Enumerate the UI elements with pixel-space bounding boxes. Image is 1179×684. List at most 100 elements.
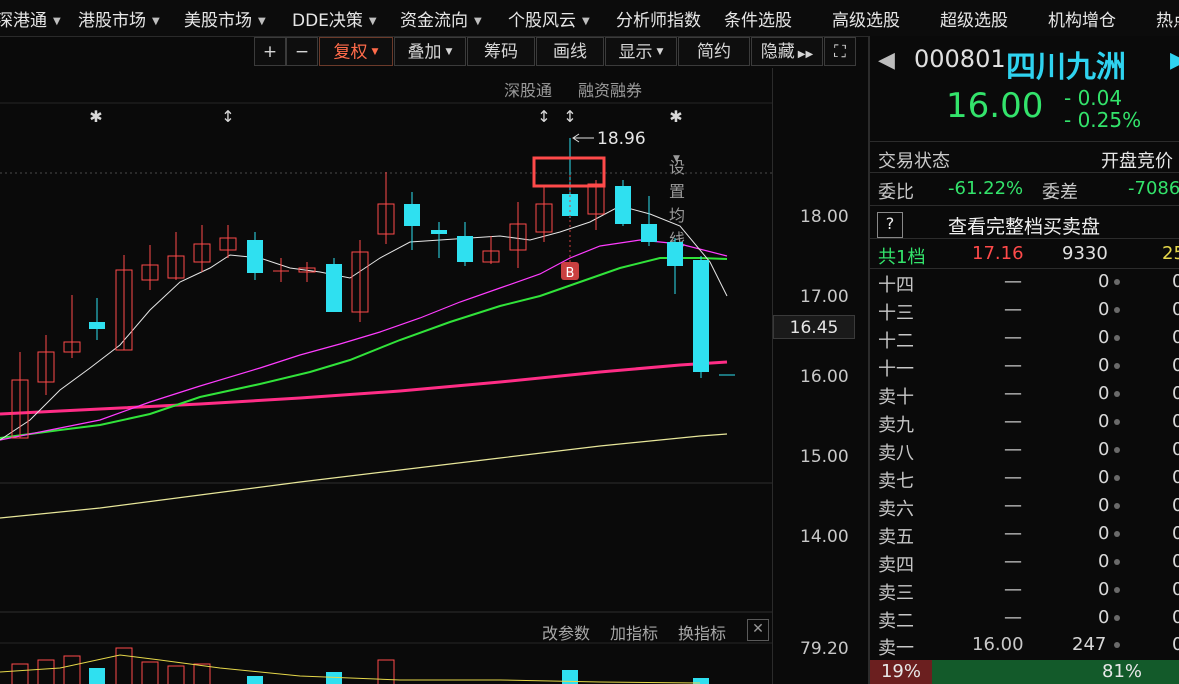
draw-line-button[interactable]: 画线 bbox=[536, 37, 604, 66]
star-marker-icon: ✱ bbox=[89, 107, 102, 126]
chevron-down-icon: ▼ bbox=[368, 15, 377, 27]
high-price-label: 18.96 bbox=[597, 129, 646, 149]
change-params-link[interactable]: 改参数 bbox=[542, 620, 590, 644]
switch-indicator-link[interactable]: 换指标 bbox=[678, 620, 726, 644]
simple-button[interactable]: 简约 bbox=[678, 37, 750, 66]
nav-item-dde[interactable]: DDE决策 ▼ bbox=[292, 6, 377, 31]
nav-item-analyst-index[interactable]: 分析师指数 bbox=[616, 6, 701, 31]
buy-signal-label: B bbox=[566, 266, 575, 281]
dot-icon bbox=[1114, 531, 1120, 537]
dot-icon bbox=[1114, 503, 1120, 509]
fullscreen-button[interactable]: ⛶ bbox=[824, 37, 856, 66]
nav-item-super-pick[interactable]: 超级选股 bbox=[940, 6, 1008, 31]
nav-item-capital-flow[interactable]: 资金流向 ▼ bbox=[400, 6, 482, 31]
hide-button[interactable]: 隐藏 ▶▶ bbox=[751, 37, 823, 66]
dot-icon bbox=[1114, 363, 1120, 369]
orderbook-row: 卖三 —0 0 bbox=[878, 579, 1179, 604]
help-icon[interactable]: ? bbox=[877, 212, 903, 238]
chevron-down-icon: ▼ bbox=[371, 47, 379, 57]
chevron-down-icon: ▼ bbox=[656, 47, 664, 57]
display-button[interactable]: 显示 ▼ bbox=[605, 37, 677, 66]
nav-item-advanced-pick[interactable]: 高级选股 bbox=[832, 6, 900, 31]
dot-icon bbox=[1114, 307, 1120, 313]
candlestick-chart[interactable]: ✱ ↕ ↕ ↕ ✱ 18.96 B bbox=[0, 68, 856, 684]
dot-icon bbox=[1114, 335, 1120, 341]
highlight-box bbox=[532, 156, 606, 188]
fuquan-button[interactable]: 复权 ▼ bbox=[319, 37, 393, 66]
chevron-down-icon: ▼ bbox=[474, 15, 482, 27]
axis-separator bbox=[772, 68, 773, 684]
chevron-down-icon: ▼ bbox=[53, 15, 61, 27]
orderbook-row: 卖九 —0 0 bbox=[878, 411, 1179, 436]
total-levels-extra: 25 bbox=[1162, 243, 1179, 264]
price-change-pct: - 0.25% bbox=[1064, 108, 1142, 132]
dot-icon bbox=[1114, 615, 1120, 621]
event-markers: ✱ ↕ ↕ ↕ ✱ bbox=[89, 107, 682, 126]
close-indicator-button[interactable]: ✕ bbox=[747, 619, 769, 641]
add-indicator-link[interactable]: 加指标 bbox=[610, 620, 658, 644]
stock-name: 四川九洲 bbox=[1006, 50, 1126, 85]
weibi-label: 委比 bbox=[878, 182, 914, 203]
orderbook-row: 卖十 —0 0 bbox=[878, 383, 1179, 408]
chevron-down-icon: ▼ bbox=[445, 47, 453, 57]
nav-item-stock-news[interactable]: 个股风云 ▼ bbox=[508, 6, 590, 31]
dot-icon bbox=[1114, 279, 1120, 285]
top-nav: 深港通 ▼ 港股市场 ▼ 美股市场 ▼ DDE决策 ▼ 资金流向 ▼ 个股风云 ▼ 分析师指… bbox=[0, 0, 1179, 37]
prev-stock-icon[interactable]: ◀ bbox=[878, 48, 895, 73]
expand-icon: ⛶ bbox=[834, 42, 846, 62]
dot-icon bbox=[1114, 642, 1120, 648]
divider bbox=[870, 238, 1179, 239]
nav-item-us-market[interactable]: 美股市场 ▼ bbox=[184, 6, 266, 31]
last-price: 16.00 bbox=[946, 86, 1044, 126]
nav-item-hkconnect[interactable]: 深港通 ▼ bbox=[0, 6, 61, 31]
y-tick-label: 14.00 bbox=[800, 527, 849, 547]
updown-marker-icon: ↕ bbox=[537, 107, 550, 126]
dot-icon bbox=[1114, 447, 1120, 453]
nav-item-institution[interactable]: 机构增仓 bbox=[1048, 6, 1116, 31]
ma20-line bbox=[0, 257, 728, 439]
total-levels-price: 17.16 bbox=[972, 243, 1024, 264]
orderbook-row: 十二 —0 0 bbox=[878, 327, 1179, 352]
orderbook-row: 卖八 —0 0 bbox=[878, 439, 1179, 464]
star-marker-icon: ✱ bbox=[669, 107, 682, 126]
ratio-left: 19% bbox=[870, 660, 932, 684]
orderbook-row: 卖七 —0 0 bbox=[878, 467, 1179, 492]
orderbook-row: 十一 —0 0 bbox=[878, 355, 1179, 380]
divider bbox=[870, 141, 1179, 142]
orderbook-row: 卖四 —0 0 bbox=[878, 551, 1179, 576]
weicha-label: 委差 bbox=[1042, 182, 1078, 203]
buy-signal-marker[interactable]: B bbox=[561, 262, 579, 281]
dot-icon bbox=[1114, 475, 1120, 481]
nav-item-hot[interactable]: 热点 bbox=[1156, 6, 1179, 31]
total-levels-label: 共1档 bbox=[878, 247, 926, 268]
nav-item-hk-market[interactable]: 港股市场 ▼ bbox=[78, 6, 160, 31]
zoom-out-button[interactable]: − bbox=[286, 37, 318, 66]
overlay-button[interactable]: 叠加 ▼ bbox=[394, 37, 466, 66]
dot-icon bbox=[1114, 391, 1120, 397]
nav-item-condition-pick[interactable]: 条件选股 bbox=[724, 6, 792, 31]
zoom-in-button[interactable]: + bbox=[254, 37, 286, 66]
orderbook-row-sell1: 卖一 16.00 247 0 bbox=[878, 634, 1179, 659]
orderbook-row: 卖六 —0 0 bbox=[878, 495, 1179, 520]
high-price-marker: 18.96 bbox=[572, 129, 646, 149]
double-arrow-right-icon: ▶▶ bbox=[797, 49, 814, 60]
updown-marker-icon: ↕ bbox=[563, 107, 576, 126]
current-price-tag: 16.45 bbox=[773, 315, 855, 339]
updown-marker-icon: ↕ bbox=[221, 107, 234, 126]
next-stock-icon[interactable]: ▶ bbox=[1170, 48, 1179, 73]
divider bbox=[870, 205, 1179, 206]
weicha-value: -7086 bbox=[1128, 178, 1179, 199]
status-label: 交易状态 bbox=[878, 151, 950, 172]
orderbook-row: 十三 —0 0 bbox=[878, 299, 1179, 324]
dot-icon bbox=[1114, 559, 1120, 565]
orderbook-row: 十四 —0 0 bbox=[878, 271, 1179, 296]
full-book-link[interactable]: 查看完整档买卖盘 bbox=[948, 212, 1100, 239]
total-levels-volume: 9330 bbox=[1062, 243, 1108, 264]
ratio-right: 81% bbox=[932, 660, 1179, 684]
divider bbox=[870, 268, 1179, 269]
indicator-tick-label: 79.20 bbox=[800, 639, 849, 659]
chip-button[interactable]: 筹码 bbox=[467, 37, 535, 66]
ma60-line bbox=[0, 360, 728, 416]
chevron-down-icon: ▼ bbox=[582, 15, 590, 27]
dot-icon bbox=[1114, 419, 1120, 425]
